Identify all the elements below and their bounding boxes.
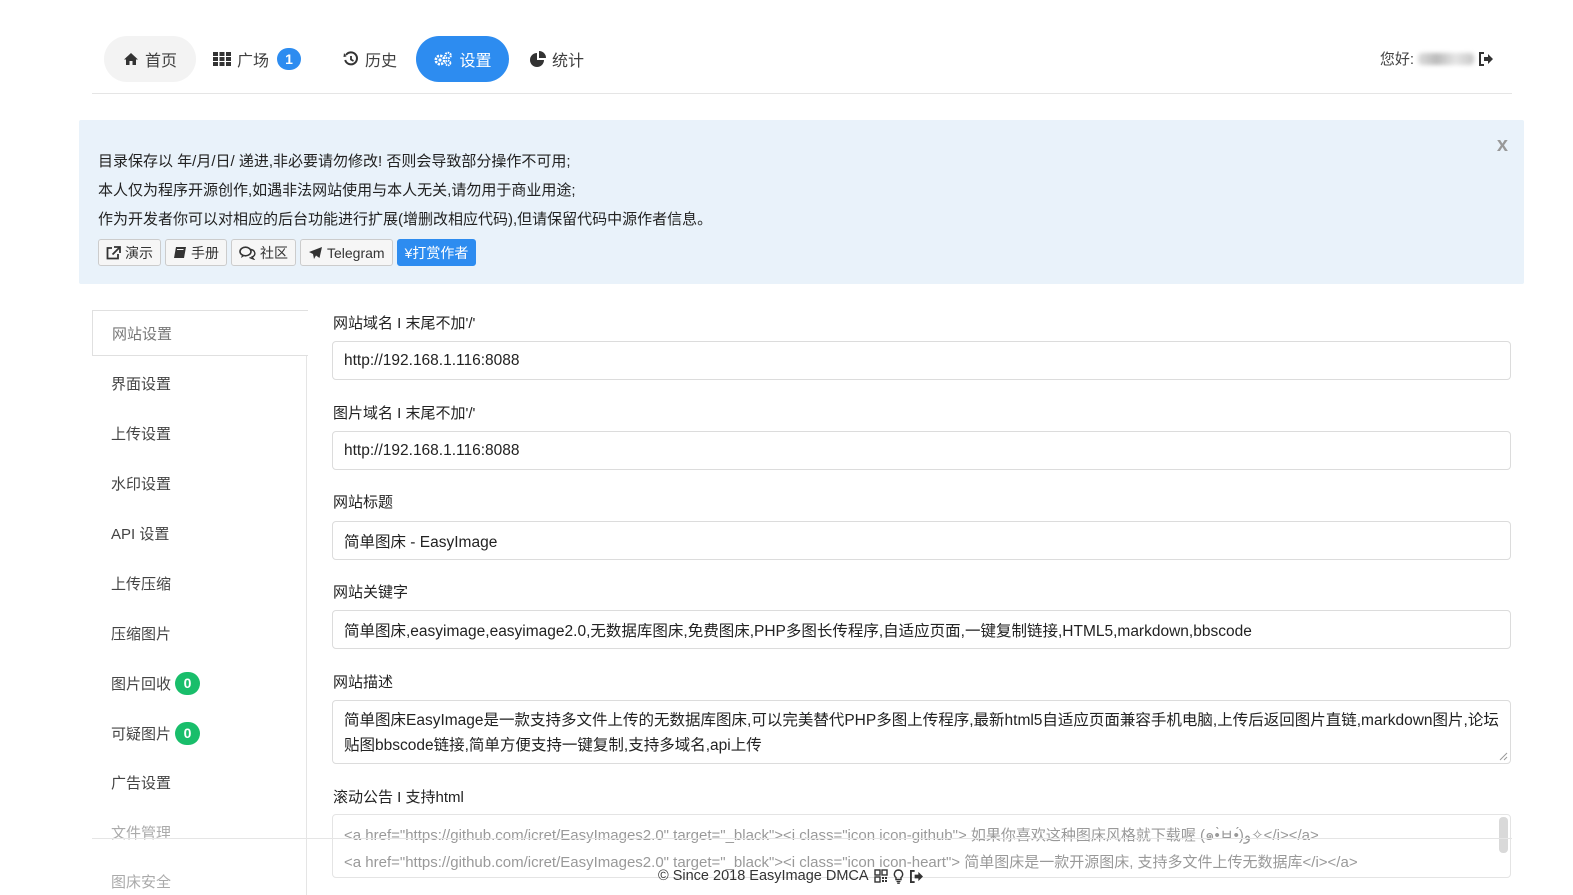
sidebar-item-site-settings[interactable]: 网站设置 (92, 310, 308, 356)
nav-history-label: 历史 (364, 53, 397, 70)
notice-line-3: 作为开发者你可以对相应的后台功能进行扩展(增删改相应代码),但请保留代码中源作者… (98, 211, 713, 228)
comments-icon (239, 245, 256, 260)
sidebar-item-label: 可疑图片 (111, 725, 172, 743)
donate-button[interactable]: ¥打赏作者 (396, 239, 477, 266)
keywords-input[interactable]: 简单图床,easyimage,easyimage2.0,无数据库图床,免费图床,… (332, 610, 1511, 649)
sidebar-item-label: 水印设置 (111, 475, 172, 493)
sidebar-item-compress-images[interactable]: 压缩图片 (92, 610, 307, 656)
footer-text: © Since 2018 EasyImage DMCA (658, 868, 869, 884)
nav-square[interactable]: 广场 1 (208, 36, 306, 82)
nav-home[interactable]: 首页 (104, 36, 196, 82)
notice-buttons: 演示 手册 社区 Telegram ¥打赏作者 (98, 239, 477, 266)
settings-sidebar: 网站设置 界面设置 上传设置 水印设置 API 设置 上传压缩 压缩图片 图片回… (92, 310, 308, 895)
sidebar-item-label: 界面设置 (111, 375, 172, 393)
lightbulb-icon[interactable] (893, 868, 904, 884)
notice-panel: 目录保存以 年/月/日/ 递进,非必要请勿修改! 否则会导致部分操作不可用; 本… (79, 120, 1524, 284)
sidebar-item-label: 图床安全 (111, 873, 172, 891)
image-domain-input[interactable]: http://192.168.1.116:8088 (332, 431, 1511, 470)
user-greeting: 您好: (1380, 48, 1494, 69)
paper-plane-icon (308, 246, 323, 260)
book-icon (173, 246, 187, 260)
description-text: 简单图床EasyImage是一款支持多文件上传的无数据库图床,可以完美替代PHP… (344, 712, 1499, 754)
username-blurred (1418, 52, 1474, 65)
sidebar-item-label: 网站设置 (112, 325, 173, 343)
manual-button-label: 手册 (191, 244, 219, 261)
grid-icon (212, 52, 231, 66)
top-nav: 首页 广场 1 历史 设置 统计 您好: (92, 34, 1512, 94)
sidebar-item-label: 上传设置 (111, 425, 172, 443)
sidebar-item-api-settings[interactable]: API 设置 (92, 510, 307, 556)
sidebar-item-label: 图片回收 (111, 675, 172, 693)
sidebar-item-ui-settings[interactable]: 界面设置 (92, 360, 307, 406)
notice-close-button[interactable]: x (1497, 134, 1508, 157)
site-title-input[interactable]: 简单图床 - EasyImage (332, 521, 1511, 560)
sidebar-item-label: 上传压缩 (111, 575, 172, 593)
sidebar-item-label: 广告设置 (111, 774, 172, 792)
notice-line-1: 目录保存以 年/月/日/ 递进,非必要请勿修改! 否则会导致部分操作不可用; (98, 153, 571, 170)
demo-button-label: 演示 (125, 244, 153, 261)
nav-settings-label: 设置 (459, 53, 492, 70)
sidebar-item-ad-settings[interactable]: 广告设置 (92, 759, 307, 805)
nav-stats-label: 统计 (551, 53, 584, 70)
sidebar-item-security[interactable]: 图床安全 (92, 858, 307, 895)
nav-history[interactable]: 历史 (330, 36, 410, 82)
resize-grip-icon[interactable] (1498, 751, 1508, 761)
sidebar-item-upload-settings[interactable]: 上传设置 (92, 410, 307, 456)
telegram-button-label: Telegram (327, 244, 385, 261)
sidebar-item-file-manager[interactable]: 文件管理 (92, 809, 307, 855)
description-label: 网站描述 (333, 674, 394, 691)
demo-button[interactable]: 演示 (98, 239, 161, 266)
sign-out-icon[interactable] (1478, 51, 1494, 66)
history-icon (343, 51, 359, 67)
recycle-count-badge: 0 (175, 671, 201, 695)
sidebar-item-label: API 设置 (111, 525, 170, 543)
sidebar-item-recycle[interactable]: 图片回收 0 (92, 660, 307, 706)
domain-label: 网站域名 I 末尾不加'/' (333, 315, 476, 332)
external-link-icon (106, 245, 121, 260)
textarea-scrollbar[interactable] (1499, 817, 1508, 853)
nav-stats[interactable]: 统计 (522, 36, 592, 82)
keywords-label: 网站关键字 (333, 584, 409, 601)
notice-line-2: 本人仅为程序开源创作,如遇非法网站使用与本人无关,请勿用于商业用途; (98, 182, 576, 199)
sign-out-icon[interactable] (909, 869, 924, 883)
community-button-label: 社区 (260, 244, 288, 261)
manual-button[interactable]: 手册 (165, 239, 227, 266)
description-textarea[interactable]: 简单图床EasyImage是一款支持多文件上传的无数据库图床,可以完美替代PHP… (332, 700, 1511, 764)
nav-settings[interactable]: 设置 (416, 36, 509, 82)
image-domain-label: 图片域名 I 末尾不加'/' (333, 405, 476, 422)
sidebar-item-suspicious[interactable]: 可疑图片 0 (92, 710, 307, 756)
footer-divider (92, 838, 1512, 839)
suspicious-count-badge: 0 (175, 721, 201, 745)
pie-chart-icon (529, 51, 546, 67)
greeting-label: 您好: (1379, 51, 1414, 68)
sidebar-item-upload-compress[interactable]: 上传压缩 (92, 560, 307, 606)
domain-input[interactable]: http://192.168.1.116:8088 (332, 341, 1511, 380)
footer: © Since 2018 EasyImage DMCA (658, 868, 924, 884)
cogs-icon (433, 51, 453, 67)
scroll-notice-line-1: <a href="https://github.com/icret/EasyIm… (344, 827, 1319, 844)
qrcode-icon[interactable] (873, 869, 888, 883)
nav-home-label: 首页 (144, 53, 177, 70)
telegram-button[interactable]: Telegram (300, 239, 393, 266)
sidebar-item-watermark-settings[interactable]: 水印设置 (92, 460, 307, 506)
scroll-notice-label: 滚动公告 I 支持html (333, 789, 464, 806)
sidebar-item-label: 文件管理 (111, 824, 172, 842)
home-icon (123, 52, 139, 66)
square-count-badge: 1 (277, 48, 301, 70)
sidebar-item-label: 压缩图片 (111, 625, 172, 643)
site-title-label: 网站标题 (333, 494, 394, 511)
community-button[interactable]: 社区 (231, 239, 296, 266)
nav-square-label: 广场 (236, 53, 269, 70)
